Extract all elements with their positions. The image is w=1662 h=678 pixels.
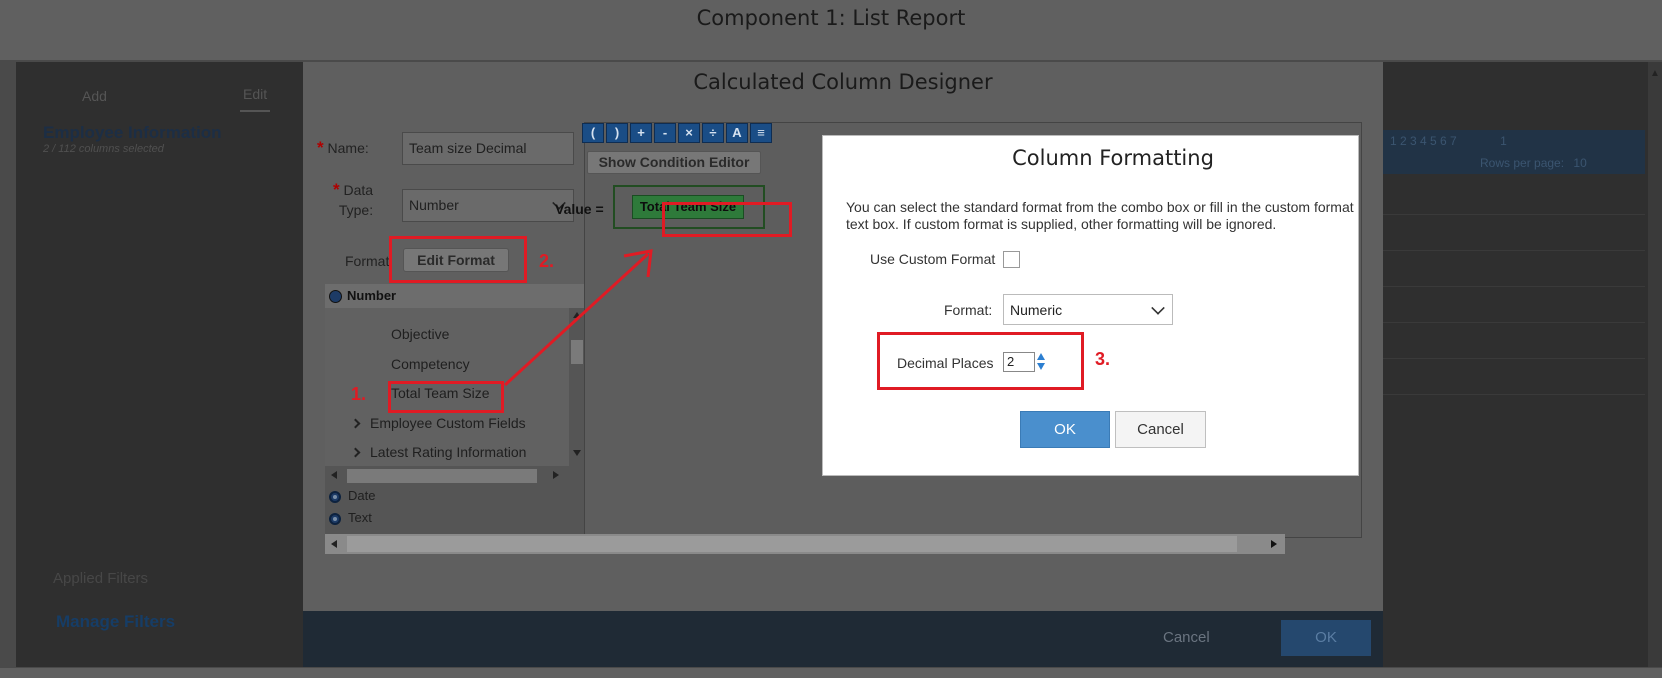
minus-icon[interactable]: - [654, 123, 676, 143]
designer-footer: Cancel OK [303, 611, 1383, 667]
tree-category-icon [329, 491, 341, 503]
window-title: Component 1: List Report [696, 6, 966, 30]
use-custom-format-label: Use Custom Format [870, 251, 996, 267]
required-marker: * [333, 180, 340, 199]
tree-category-date[interactable]: Date [348, 488, 375, 503]
annotation-box-decimal-places [877, 332, 1084, 390]
page-input[interactable]: 1 [1500, 134, 1507, 148]
tree-category-icon [329, 513, 341, 525]
text-icon[interactable]: A [726, 123, 748, 143]
chevron-right-icon[interactable] [350, 418, 361, 429]
table-row-divider [1383, 214, 1645, 215]
rows-per-page-label: Rows per page: [1480, 156, 1565, 170]
manage-filters-link[interactable]: Manage Filters [56, 612, 175, 632]
scroll-thumb[interactable] [347, 469, 537, 483]
scroll-up-icon[interactable] [573, 312, 581, 318]
table-row-divider [1383, 394, 1645, 395]
rows-per-page-input[interactable]: 10 [1573, 156, 1586, 170]
tree-group-latest-rating-information[interactable]: Latest Rating Information [370, 444, 526, 460]
applied-filters-label: Applied Filters [53, 570, 149, 587]
tree-item-objective[interactable]: Objective [391, 326, 449, 342]
format-label: Format: [944, 302, 993, 318]
datatype-value: Number [409, 197, 459, 213]
section-title: Employee Information [43, 123, 222, 142]
ok-button[interactable]: OK [1020, 411, 1110, 448]
rows-per-page: Rows per page: 10 [1480, 156, 1587, 170]
format-value: Numeric [1010, 302, 1063, 318]
tab-edit[interactable]: Edit [243, 86, 267, 102]
table-row-divider [1383, 286, 1645, 287]
scroll-down-icon[interactable] [573, 450, 581, 456]
description-line: text box. If custom format is supplied, … [846, 216, 1277, 232]
datatype-label-group: * Data Type: [333, 180, 373, 218]
pagination-numbers[interactable]: 1 2 3 4 5 6 7 [1390, 134, 1457, 148]
column-formatting-dialog: Column Formatting You can select the sta… [822, 135, 1359, 476]
scroll-right-icon[interactable] [553, 471, 559, 479]
top-bar: Component 1: List Report [0, 0, 1662, 60]
tree-horizontal-scrollbar[interactable] [325, 466, 569, 486]
table-row-divider [1383, 322, 1645, 323]
datatype-label-line2: Type: [338, 202, 374, 218]
scroll-left-icon[interactable] [331, 540, 337, 548]
section-subtitle: 2 / 112 columns selected [43, 143, 164, 155]
format-label: Format: [345, 253, 394, 269]
open-paren-icon[interactable]: ( [582, 123, 604, 143]
scroll-right-icon[interactable] [1271, 540, 1277, 548]
value-label: Value = [555, 201, 604, 217]
tree-group-employee-custom-fields[interactable]: Employee Custom Fields [370, 415, 526, 431]
chevron-down-icon [1151, 301, 1165, 315]
tree-category-label: Number [347, 288, 397, 303]
column-formatting-description: You can select the standard format from … [846, 199, 1358, 233]
use-custom-format-checkbox[interactable] [1003, 251, 1020, 268]
annotation-step-2: 2. [539, 251, 555, 271]
name-label: Name: [327, 140, 369, 156]
field-tree: Number Objective Competency Total Team S… [325, 284, 585, 544]
chevron-right-icon[interactable] [350, 447, 361, 458]
scroll-thumb[interactable] [347, 536, 1237, 552]
annotation-box-value-chip [662, 202, 792, 237]
datatype-select[interactable]: Number [402, 189, 574, 222]
multiply-icon[interactable]: × [678, 123, 700, 143]
tree-item-competency[interactable]: Competency [391, 356, 470, 372]
designer-title: Calculated Column Designer [693, 70, 993, 94]
bottom-strip [0, 668, 1662, 678]
designer-ok-button[interactable]: OK [1281, 620, 1371, 656]
annotation-step-1: 1. [351, 384, 367, 404]
table-row-divider [1383, 358, 1645, 359]
divide-icon[interactable]: ÷ [702, 123, 724, 143]
tree-category-number[interactable]: Number [325, 284, 585, 308]
page-scrollbar[interactable] [1648, 62, 1662, 667]
annotation-step-3: 3. [1095, 349, 1111, 369]
globe-icon [329, 290, 342, 303]
annotation-box-total-team-size [388, 381, 504, 413]
operator-toolbar: ( ) + - × ÷ A ≡ [582, 123, 772, 143]
tab-add[interactable]: Add [82, 88, 107, 104]
description-line: You can select the standard format from … [846, 199, 1354, 215]
tab-edit-underline [240, 110, 270, 112]
show-condition-editor-button[interactable]: Show Condition Editor [587, 151, 761, 174]
designer-cancel-button[interactable]: Cancel [1163, 629, 1210, 646]
tree-vertical-scrollbar[interactable] [569, 308, 585, 466]
required-marker: * [317, 138, 324, 157]
annotation-box-edit-format [389, 236, 527, 283]
plus-icon[interactable]: + [630, 123, 652, 143]
column-formatting-title: Column Formatting [1012, 146, 1214, 170]
scroll-left-icon[interactable] [331, 471, 337, 479]
name-label-group: * Name: [317, 138, 369, 158]
designer-horizontal-scrollbar[interactable] [325, 534, 1285, 554]
name-input[interactable]: Team size Decimal [402, 132, 574, 165]
pagination-pages[interactable]: 1 2 3 4 5 6 7 1 [1390, 134, 1507, 148]
scroll-thumb[interactable] [571, 340, 583, 364]
table-row-divider [1383, 250, 1645, 251]
format-select[interactable]: Numeric [1003, 294, 1173, 325]
tree-category-text[interactable]: Text [348, 510, 372, 525]
datatype-label-line1: Data [343, 182, 374, 198]
function-icon[interactable]: ≡ [750, 123, 772, 143]
close-paren-icon[interactable]: ) [606, 123, 628, 143]
cancel-button[interactable]: Cancel [1115, 411, 1206, 448]
scroll-up-icon[interactable]: ▲ [1650, 68, 1660, 79]
